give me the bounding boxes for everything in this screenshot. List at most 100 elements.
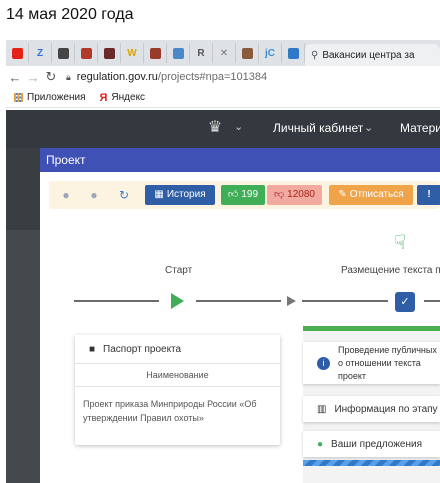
url-domain: regulation.gov.ru <box>76 71 158 83</box>
dislikes-count: 12080 <box>287 189 315 200</box>
r-icon: R <box>197 47 205 59</box>
x-icon: ✕ <box>219 47 229 59</box>
stage-info-item[interactable]: ▥ Информация по этапу <box>303 396 440 422</box>
chevron-down-icon[interactable]: ⌄ <box>234 120 243 133</box>
owl-icon <box>57 47 69 59</box>
project-name: Проект приказа Минприроды России «Об утв… <box>83 399 257 423</box>
pinned-tab[interactable] <box>6 43 29 63</box>
pinned-tab[interactable] <box>282 43 305 63</box>
circle-icon[interactable]: ● <box>57 185 75 205</box>
edit-icon: ✎ <box>338 189 347 200</box>
your-proposals-item[interactable]: ● Ваши предложения <box>303 431 440 457</box>
pinned-tab[interactable]: R <box>190 43 213 63</box>
browser-tab-bar: Z W R ✕ jC ⚲ Вакансии центра за <box>6 40 440 66</box>
calendar-icon: ▦ <box>154 189 164 200</box>
bookmark-yandex-label: Яндекс <box>111 92 146 103</box>
name-header: Наименование <box>75 364 280 387</box>
document-check-icon[interactable]: ✓ <box>395 292 415 312</box>
timeline-line <box>302 300 388 302</box>
eagle-emblem-icon[interactable]: ♛ <box>205 118 225 138</box>
youtube-icon <box>11 47 23 59</box>
pinned-tab[interactable] <box>167 43 190 63</box>
apps-grid-icon <box>14 93 23 102</box>
back-icon[interactable]: ← <box>6 70 24 85</box>
unsubscribe-button[interactable]: ✎ Отписаться <box>329 185 413 205</box>
left-dark-area-lower <box>6 230 40 483</box>
image-icon <box>172 47 184 59</box>
active-tab-title: Вакансии центра за <box>322 49 415 61</box>
history-label: История <box>166 189 206 200</box>
yandex-icon: Я <box>99 91 108 104</box>
building-icon: ▥ <box>317 403 327 415</box>
circle-icon[interactable]: ● <box>85 185 103 205</box>
like-button[interactable]: 👍︎ 199 <box>221 185 265 205</box>
chevron-down-icon[interactable]: ⌄ <box>364 121 373 134</box>
comment-icon: ● <box>317 438 324 450</box>
info-button[interactable]: ! <box>417 185 440 205</box>
pinned-tab[interactable] <box>236 43 259 63</box>
stage-progress-bar <box>303 326 440 331</box>
jc-icon: jC <box>265 47 275 59</box>
shield-icon <box>149 47 161 59</box>
w-icon: W <box>127 47 137 59</box>
pinned-tab[interactable] <box>144 43 167 63</box>
timeline-line <box>74 300 159 302</box>
progress-stripe <box>303 460 440 466</box>
timeline-line <box>196 300 281 302</box>
tab-favicon-icon: ⚲ <box>311 49 319 61</box>
coin-icon <box>241 47 253 59</box>
block-icon <box>103 47 115 59</box>
screenshot-date-caption: 14 мая 2020 года <box>6 6 134 23</box>
play-icon[interactable] <box>171 293 184 309</box>
stage-timeline: Старт ☟ Размещение текста п ✓ <box>40 220 440 320</box>
refresh-icon[interactable]: ↻ <box>115 185 133 205</box>
thumbs-up-icon: 👍︎ <box>227 189 239 200</box>
reload-icon[interactable]: ↻ <box>42 69 60 85</box>
project-passport-card: ■ Паспорт проекта Наименование Проект пр… <box>75 335 280 445</box>
bookmark-yandex[interactable]: Я Яндекс <box>100 92 146 104</box>
step-start-label: Старт <box>165 265 193 276</box>
project-toolbar: ● ● ↻ ▦ История 👍︎ 199 👎︎ 12080 ✎ Отписа… <box>49 181 440 209</box>
c-icon <box>287 47 299 59</box>
public-discussion-item[interactable]: i Проведение публичных о отношении текст… <box>303 342 440 384</box>
pinned-tab[interactable] <box>98 43 121 63</box>
lock-icon: 🔒︎ <box>66 71 71 82</box>
history-button[interactable]: ▦ История <box>145 185 215 205</box>
site-header: ♛ ⌄ Личный кабинет ⌄ Матери <box>6 110 440 148</box>
timeline-line <box>424 300 440 302</box>
address-bar: ← → ↻ 🔒︎ regulation.gov.ru/projects#npa=… <box>6 66 440 88</box>
pinned-tab[interactable]: W <box>121 43 144 63</box>
z-icon: Z <box>36 47 44 59</box>
forward-icon[interactable]: → <box>24 70 42 85</box>
step-placement-label: Размещение текста п <box>341 265 440 276</box>
info-icon: i <box>317 356 330 370</box>
bookmarks-bar: Приложения Я Яндекс <box>6 88 440 108</box>
your-proposals-text: Ваши предложения <box>331 438 422 450</box>
url-path: /projects#npa=101384 <box>157 71 268 83</box>
passport-header[interactable]: ■ Паспорт проекта <box>75 335 280 364</box>
public-discussion-text: Проведение публичных о отношении текста … <box>338 344 437 381</box>
arrow-right-icon <box>287 296 296 306</box>
pinned-tab[interactable] <box>75 43 98 63</box>
personal-cabinet-menu[interactable]: Личный кабинет <box>273 121 363 135</box>
stage-info-text: Информация по этапу <box>334 403 438 415</box>
url-field[interactable]: 🔒︎ regulation.gov.ru/projects#npa=101384 <box>66 71 267 83</box>
briefcase-icon: ■ <box>89 343 96 355</box>
bookmark-apps-label: Приложения <box>27 92 86 103</box>
dislike-button[interactable]: 👎︎ 12080 <box>267 185 322 205</box>
thumbs-down-icon: 👎︎ <box>274 189 285 200</box>
active-browser-tab[interactable]: ⚲ Вакансии центра за <box>305 44 440 66</box>
pinned-tab[interactable]: ✕ <box>213 43 236 63</box>
likes-count: 199 <box>241 189 259 200</box>
info-icon: ! <box>427 189 431 200</box>
pinned-tab[interactable]: jC <box>259 43 282 63</box>
bookmark-red-icon <box>80 47 92 59</box>
passport-title: Паспорт проекта <box>103 343 182 355</box>
materials-menu[interactable]: Матери <box>400 121 440 135</box>
project-title-bar: Проект <box>40 148 440 172</box>
bookmark-apps[interactable]: Приложения <box>14 92 86 103</box>
hand-pointing-icon: ☟ <box>394 232 407 254</box>
unsubscribe-label: Отписаться <box>349 189 404 200</box>
pinned-tab[interactable]: Z <box>29 43 52 63</box>
pinned-tab[interactable] <box>52 43 75 63</box>
